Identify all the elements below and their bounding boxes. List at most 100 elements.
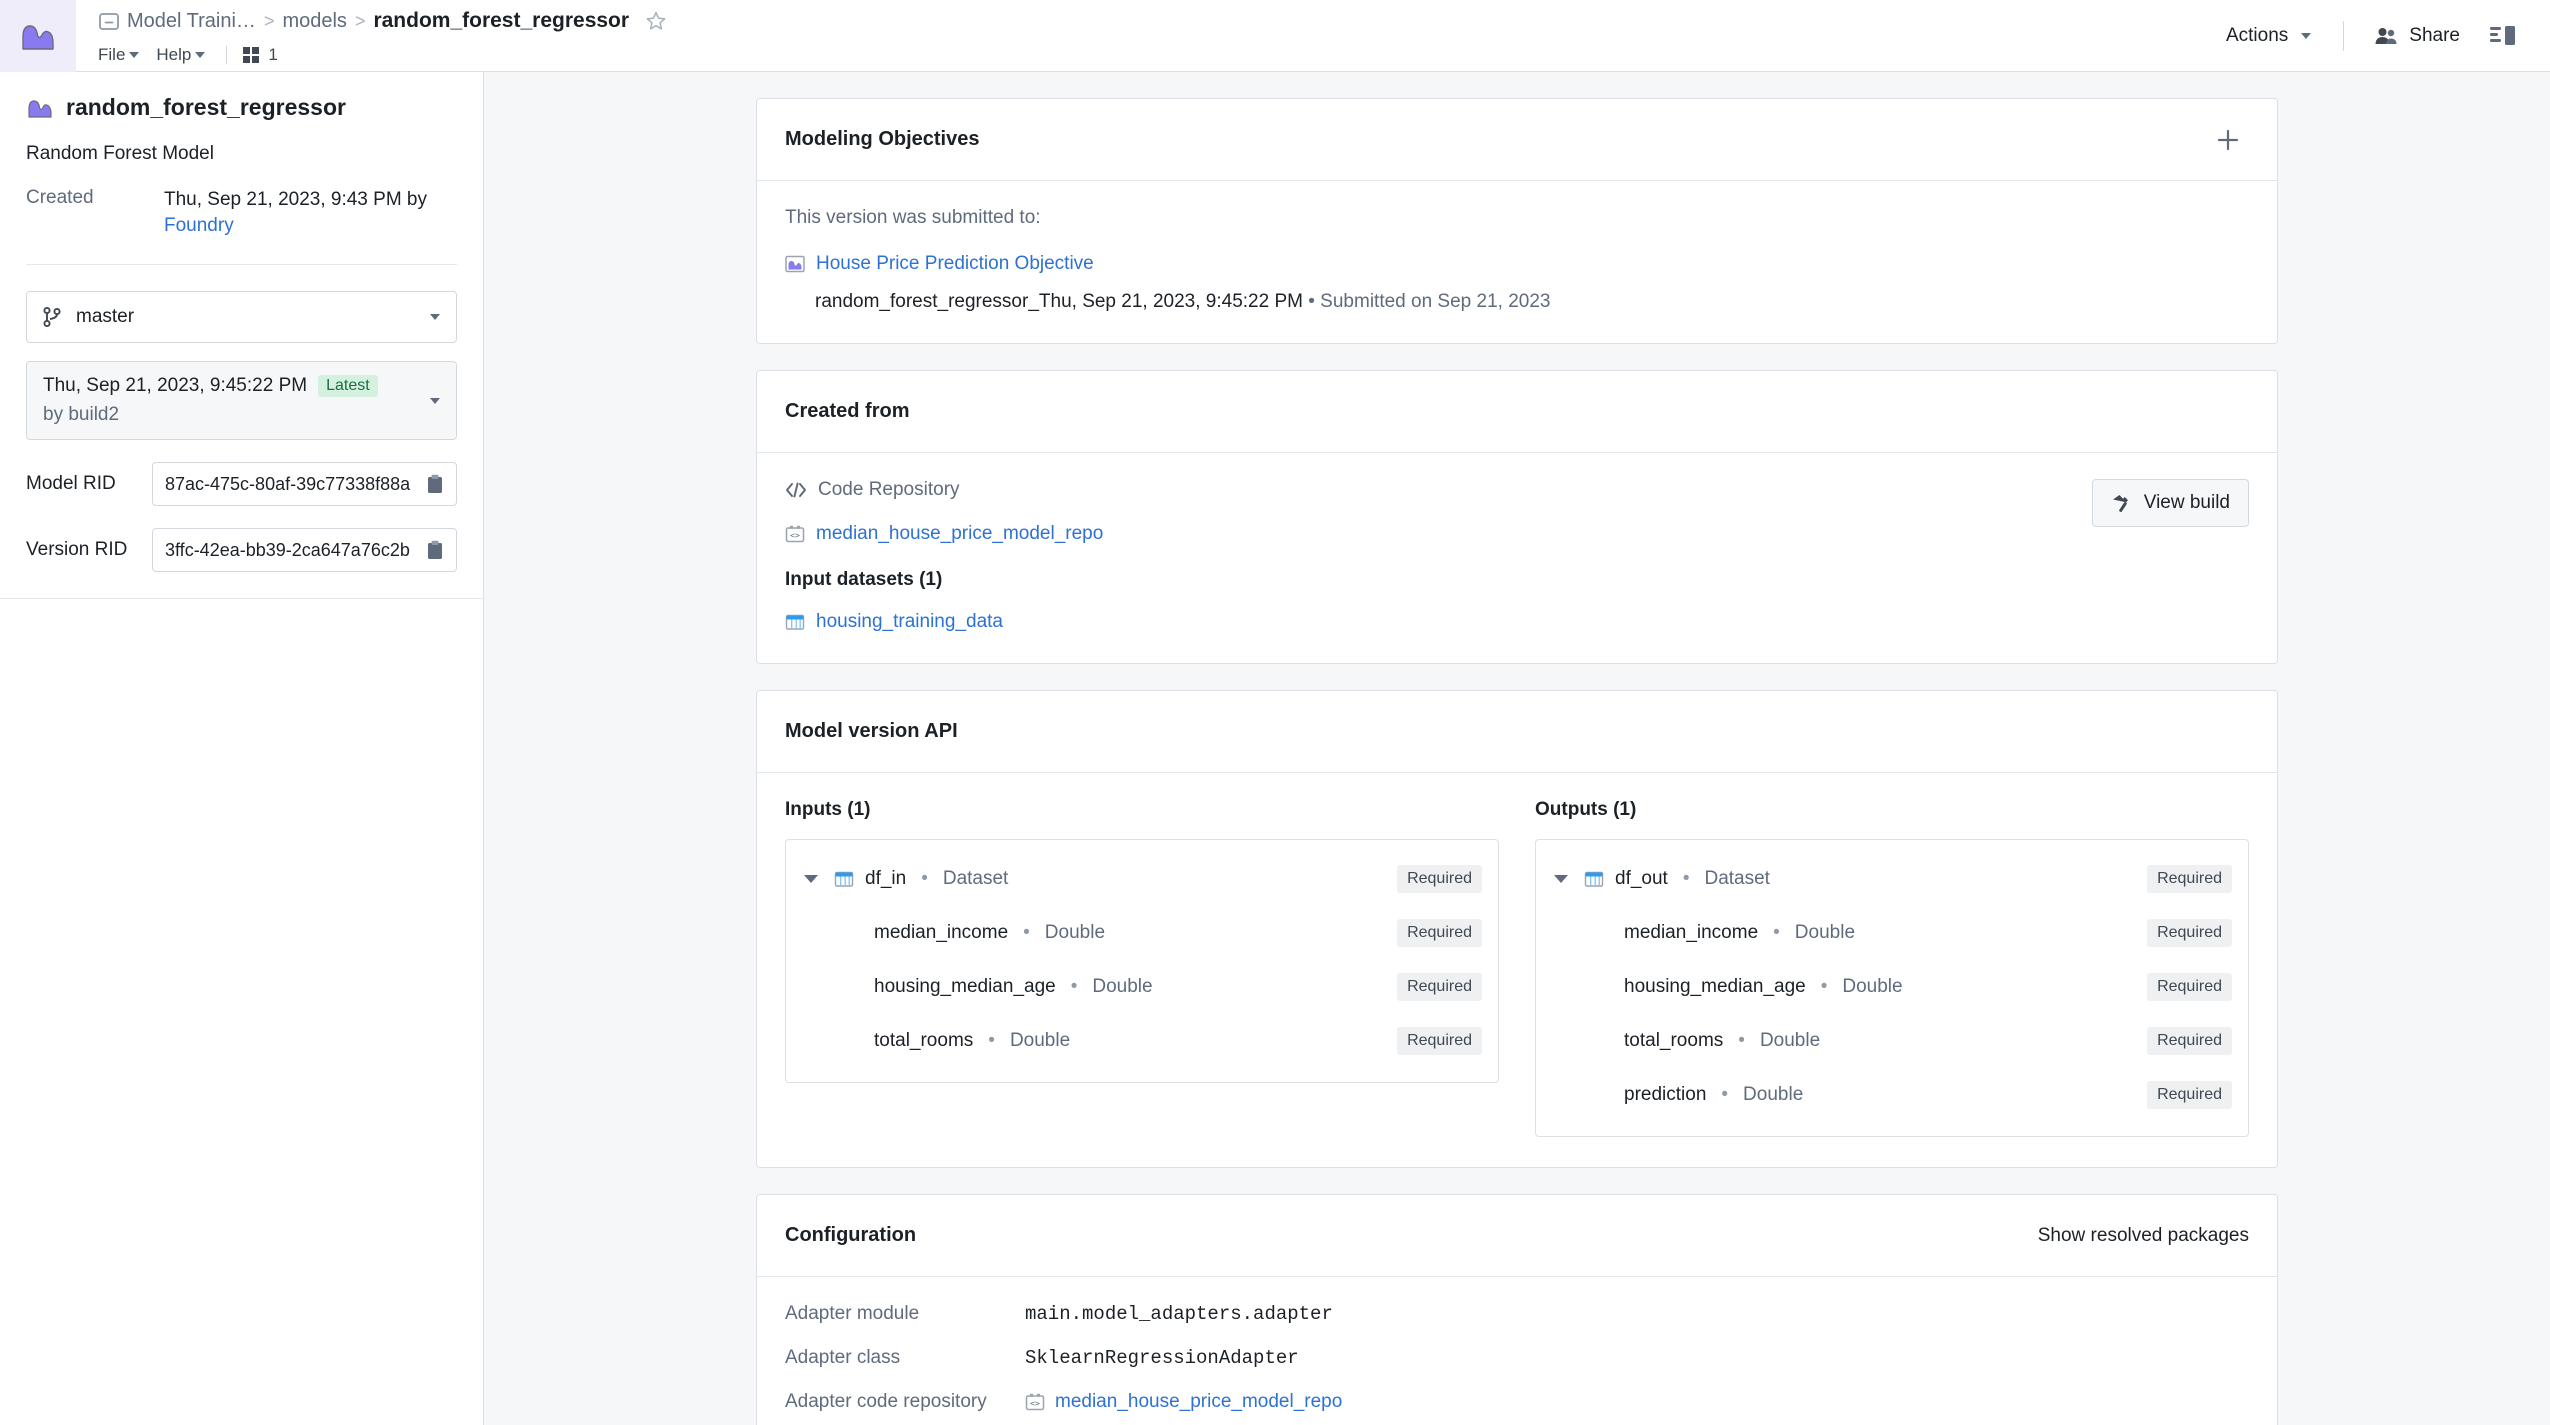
table-row[interactable]: housing_median_age • Double Required <box>786 960 1498 1014</box>
branch-selector[interactable]: master <box>26 291 457 344</box>
input-row-content: housing_median_age • Double <box>804 976 1397 998</box>
breadcrumb-separator-2: > <box>354 10 366 31</box>
status-badge: Required <box>2147 865 2232 893</box>
status-badge: Required <box>1397 1027 1482 1055</box>
table-row[interactable]: housing_median_age • Double Required <box>1536 960 2248 1014</box>
table-row[interactable]: df_out • Dataset Required <box>1536 852 2248 906</box>
version-rid-input[interactable]: 3ffc-42ea-bb39-2ca647a76c2b <box>152 528 457 573</box>
model-rid-input[interactable]: 87ac-475c-80af-39c77338f88a <box>152 462 457 507</box>
version-selector[interactable]: Thu, Sep 21, 2023, 9:45:22 PM Latest by … <box>26 361 457 441</box>
separator-dot: • <box>921 868 928 889</box>
submitted-to-label: This version was submitted to: <box>785 207 1041 228</box>
output-type: Double <box>1794 922 1856 943</box>
separator-dot: • <box>1773 922 1780 943</box>
output-name: df_out <box>1615 868 1668 889</box>
input-name: median_income <box>874 922 1009 943</box>
submission-name: random_forest_regressor_Thu, Sep 21, 202… <box>815 291 1303 312</box>
table-row[interactable]: total_rooms • Double Required <box>1536 1014 2248 1068</box>
adapter-class-row: Adapter class SklearnRegressionAdapter <box>785 1347 2249 1369</box>
view-build-button[interactable]: View build <box>2091 479 2249 527</box>
submission-line: random_forest_regressor_Thu, Sep 21, 202… <box>785 291 2249 313</box>
table-row[interactable]: median_income • Double Required <box>786 906 1498 960</box>
io-grid: Inputs (1) df_in • Dataset Required medi… <box>785 799 2249 1137</box>
input-type: Double <box>1044 922 1106 943</box>
star-outline-icon[interactable] <box>636 10 667 32</box>
dataset-table-icon <box>1584 869 1604 889</box>
created-from-header: Created from <box>757 371 2277 453</box>
breadcrumb-folder-models[interactable]: models <box>282 10 346 33</box>
svg-text:<>: <> <box>790 531 800 540</box>
breadcrumb-project[interactable]: Model Traini… <box>127 10 256 33</box>
created-from-card: Created from Code Repository <> median_h… <box>756 370 2278 664</box>
sidebar-created-label: Created <box>26 187 94 208</box>
right-panel-toggle-icon <box>2490 25 2516 47</box>
adapter-class-value: SklearnRegressionAdapter <box>1025 1347 1299 1369</box>
configuration-card: Configuration Show resolved packages Ada… <box>756 1194 2278 1425</box>
chevron-down-icon <box>2301 33 2312 39</box>
sidebar-model-name: random_forest_regressor <box>66 94 346 120</box>
model-rid-label: Model RID <box>26 473 116 495</box>
input-name: df_in <box>865 868 907 889</box>
branch-count[interactable]: 1 <box>241 45 278 65</box>
outputs-title: Outputs (1) <box>1535 799 1637 820</box>
adapter-class-label: Adapter class <box>785 1347 901 1368</box>
objective-link[interactable]: House Price Prediction Objective <box>816 253 1094 275</box>
created-by-link[interactable]: Foundry <box>164 215 234 236</box>
table-row[interactable]: total_rooms • Double Required <box>786 1014 1498 1068</box>
output-name: prediction <box>1624 1084 1707 1105</box>
share-label: Share <box>2409 25 2460 46</box>
dataset-link-row: housing_training_data <box>785 611 1103 633</box>
right-panel-toggle-button[interactable] <box>2472 17 2526 55</box>
submission-meta: • Submitted on Sep 21, 2023 <box>1308 291 1551 312</box>
input-row-content: df_in • Dataset <box>804 868 1397 890</box>
repo-link[interactable]: median_house_price_model_repo <box>816 523 1103 545</box>
version-rid-row: Version RID 3ffc-42ea-bb39-2ca647a76c2b <box>26 528 457 573</box>
app-logo[interactable] <box>0 0 76 72</box>
top-bar-right: Actions Share <box>2212 0 2550 72</box>
menu-file[interactable]: File <box>98 43 148 67</box>
version-rid-value: 3ffc-42ea-bb39-2ca647a76c2b <box>165 539 410 560</box>
separator-dot: • <box>1682 868 1690 889</box>
objective-row: House Price Prediction Objective <box>785 253 2249 275</box>
show-resolved-packages-button[interactable]: Show resolved packages <box>2038 1225 2249 1247</box>
main-content: Modeling Objectives This version was sub… <box>484 72 2550 1425</box>
input-name: housing_median_age <box>874 976 1056 997</box>
input-row-content: median_income • Double <box>804 922 1397 944</box>
table-row[interactable]: df_in • Dataset Required <box>786 852 1498 906</box>
sidebar-divider-bottom <box>0 598 483 600</box>
clipboard-copy-icon[interactable] <box>426 474 444 494</box>
created-from-row: Code Repository <> median_house_price_mo… <box>785 479 2249 633</box>
sidebar-body: master Thu, Sep 21, 2023, 9:45:22 PM Lat… <box>0 265 483 600</box>
output-name: median_income <box>1624 922 1759 943</box>
table-row[interactable]: prediction • Double Required <box>1536 1068 2248 1122</box>
branch-count-value: 1 <box>268 45 278 64</box>
chevron-down-icon <box>129 52 140 58</box>
output-row-content: housing_median_age • Double <box>1554 976 2147 998</box>
clipboard-copy-icon[interactable] <box>426 540 444 560</box>
status-badge: Required <box>2147 1081 2232 1109</box>
actions-label: Actions <box>2225 25 2289 46</box>
plus-icon[interactable] <box>2207 123 2249 157</box>
version-date: Thu, Sep 21, 2023, 9:45:22 PM <box>43 375 308 397</box>
table-row[interactable]: median_income • Double Required <box>1536 906 2248 960</box>
output-row-content: prediction • Double <box>1554 1084 2147 1106</box>
adapter-module-label: Adapter module <box>785 1303 920 1324</box>
status-badge: Required <box>1397 973 1482 1001</box>
actions-button[interactable]: Actions <box>2212 17 2325 55</box>
configuration-header: Configuration Show resolved packages <box>757 1195 2277 1277</box>
sidebar-header: random_forest_regressor Random Forest Mo… <box>0 72 483 266</box>
dataset-link[interactable]: housing_training_data <box>816 611 1003 633</box>
model-rid-row: Model RID 87ac-475c-80af-39c77338f88a <box>26 462 457 507</box>
input-name: total_rooms <box>874 1030 974 1051</box>
chevron-down-icon[interactable] <box>804 875 818 883</box>
objective-image-icon <box>785 254 805 274</box>
menu-help[interactable]: Help <box>156 43 214 67</box>
input-datasets-label: Input datasets (1) <box>785 569 943 590</box>
code-brackets-icon <box>785 481 807 499</box>
share-button[interactable]: Share <box>2362 17 2472 55</box>
chevron-down-icon[interactable] <box>1554 875 1568 883</box>
adapter-repo-link[interactable]: <> median_house_price_model_repo <box>1025 1391 1342 1413</box>
adapter-repo-label: Adapter code repository <box>785 1391 987 1412</box>
sidebar-title-row: random_forest_regressor <box>26 94 457 121</box>
version-line: Thu, Sep 21, 2023, 9:45:22 PM Latest <box>43 375 410 398</box>
